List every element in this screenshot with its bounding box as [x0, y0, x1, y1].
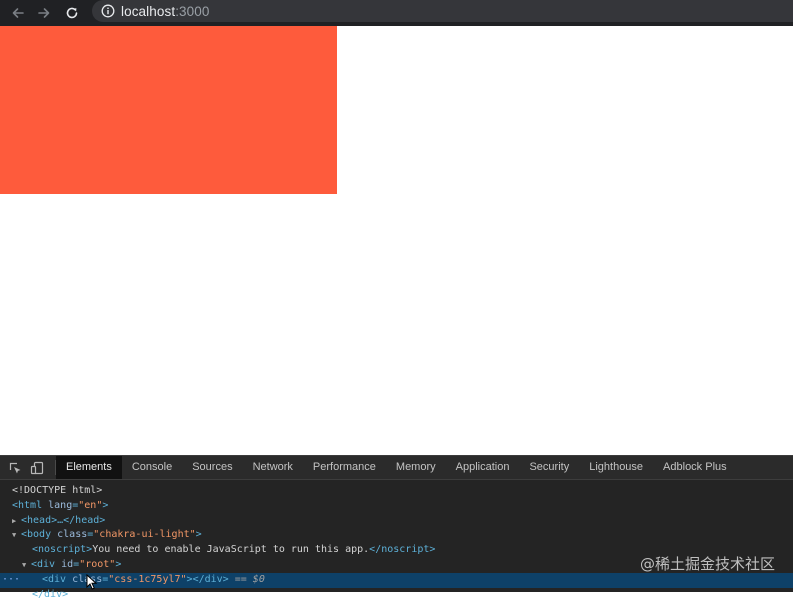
tab-adblock-plus[interactable]: Adblock Plus — [653, 456, 737, 479]
address-bar[interactable]: localhost:3000 — [92, 0, 793, 22]
selected-div-tag-close: ></div> — [186, 573, 229, 585]
device-icon — [30, 461, 44, 474]
html-tag: <html — [12, 499, 43, 511]
dom-node-body[interactable]: ▼ <body class="chakra-ui-light"> — [0, 528, 793, 543]
dom-node-html[interactable]: <html lang="en"> — [0, 499, 793, 514]
dom-node-doctype[interactable]: <!DOCTYPE html> — [0, 484, 793, 499]
tab-console[interactable]: Console — [122, 456, 182, 479]
device-toolbar-button[interactable] — [29, 460, 45, 476]
url-text[interactable]: localhost:3000 — [121, 4, 209, 19]
tab-security[interactable]: Security — [519, 456, 579, 479]
div-root-tag: <div — [31, 558, 56, 570]
selected-div-attr-value: "css-1c75yl7" — [108, 573, 187, 585]
reload-button[interactable] — [61, 2, 83, 24]
dom-node-selected-div[interactable]: ··· <div class="css-1c75yl7"></div> == $… — [0, 572, 793, 588]
html-attr-name: lang — [48, 499, 73, 511]
forward-button[interactable] — [33, 2, 55, 24]
html-attr-value: "en" — [78, 499, 103, 511]
div-root-attr-value: "root" — [79, 558, 116, 570]
expand-arrow-icon[interactable]: ▶ — [12, 514, 21, 529]
dom-node-div-end[interactable]: </div> — [0, 588, 793, 602]
body-tag: <body — [21, 529, 52, 541]
html-tag-close: > — [102, 499, 109, 511]
red-box — [0, 26, 337, 194]
collapse-arrow-icon[interactable]: ▼ — [12, 528, 21, 543]
doctype-text: <!DOCTYPE html> — [12, 485, 103, 496]
console-ref: == $0 — [234, 573, 265, 585]
selected-div-tag: <div — [42, 573, 67, 585]
collapse-arrow-icon[interactable]: ▼ — [22, 558, 31, 573]
tab-performance[interactable]: Performance — [303, 456, 386, 479]
body-tag-close: > — [195, 529, 202, 541]
url-port: :3000 — [175, 3, 210, 19]
info-icon[interactable] — [101, 4, 115, 18]
watermark: @稀土掘金技术社区 — [639, 555, 775, 573]
tab-memory[interactable]: Memory — [386, 456, 446, 479]
inspect-cursor-icon — [9, 462, 21, 473]
noscript-tag-close: </noscript> — [369, 544, 436, 556]
div-root-attr-name: id — [61, 558, 74, 570]
div-end-tag: </div> — [32, 588, 69, 600]
noscript-text: You need to enable JavaScript to run thi… — [92, 544, 370, 556]
back-button[interactable] — [7, 2, 29, 24]
tab-sources[interactable]: Sources — [182, 456, 242, 479]
body-attr-value: "chakra-ui-light" — [93, 529, 196, 541]
more-options-icon[interactable]: ··· — [2, 573, 20, 588]
head-tag: <head>…</head> — [21, 514, 106, 526]
mouse-cursor-icon — [86, 574, 98, 590]
tab-lighthouse[interactable]: Lighthouse — [579, 456, 653, 479]
forward-arrow-icon — [38, 8, 50, 18]
inspect-element-button[interactable] — [7, 460, 23, 476]
reload-icon — [66, 7, 78, 19]
tab-elements[interactable]: Elements — [56, 456, 122, 479]
tab-network[interactable]: Network — [243, 456, 303, 479]
devtools-tab-bar: Elements Console Sources Network Perform… — [0, 456, 793, 480]
tab-application[interactable]: Application — [446, 456, 520, 479]
dom-node-head[interactable]: ▶ <head>…</head> — [0, 514, 793, 529]
devtools-panel: Elements Console Sources Network Perform… — [0, 455, 793, 600]
noscript-tag: <noscript> — [32, 544, 93, 556]
page-viewport — [0, 26, 793, 455]
div-root-tag-close: > — [115, 558, 122, 570]
browser-toolbar: localhost:3000 — [0, 0, 793, 26]
back-arrow-icon — [12, 8, 24, 18]
body-attr-name: class — [57, 529, 88, 541]
dom-tree: <!DOCTYPE html> <html lang="en"> ▶ <head>… — [0, 480, 793, 602]
url-host: localhost — [121, 3, 176, 19]
